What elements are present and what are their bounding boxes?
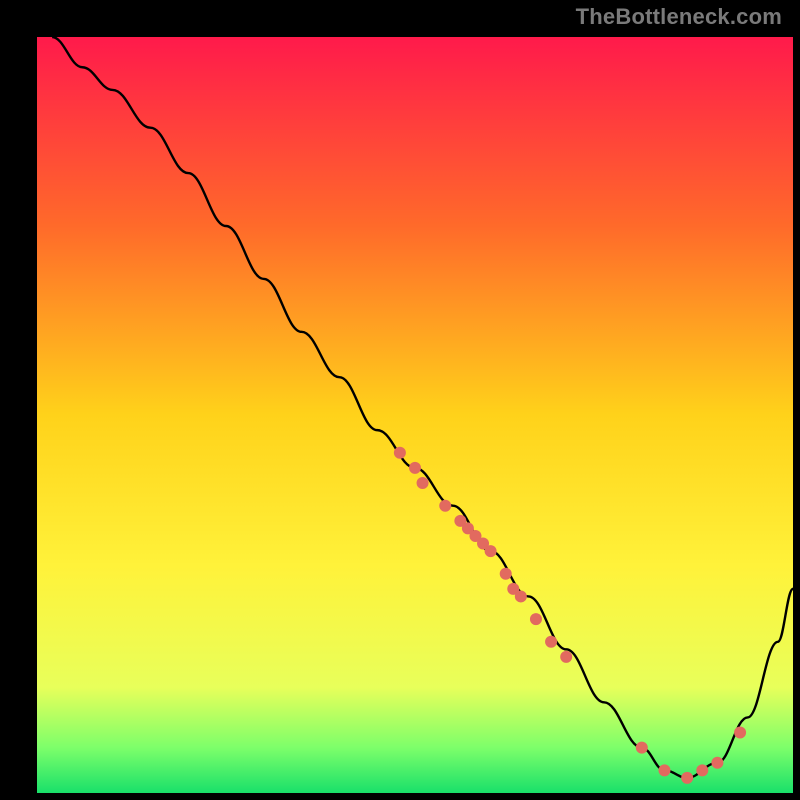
curve-marker <box>711 757 723 769</box>
curve-marker <box>417 477 429 489</box>
bottleneck-chart <box>37 37 793 793</box>
curve-marker <box>485 545 497 557</box>
curve-marker <box>439 500 451 512</box>
chart-frame <box>15 15 785 785</box>
gradient-background <box>37 37 793 793</box>
curve-marker <box>409 462 421 474</box>
curve-marker <box>515 590 527 602</box>
curve-marker <box>530 613 542 625</box>
curve-marker <box>394 447 406 459</box>
curve-marker <box>500 568 512 580</box>
curve-marker <box>681 772 693 784</box>
watermark-label: TheBottleneck.com <box>576 4 782 30</box>
curve-marker <box>734 727 746 739</box>
curve-marker <box>636 742 648 754</box>
curve-marker <box>560 651 572 663</box>
curve-marker <box>545 636 557 648</box>
curve-marker <box>696 764 708 776</box>
curve-marker <box>658 764 670 776</box>
